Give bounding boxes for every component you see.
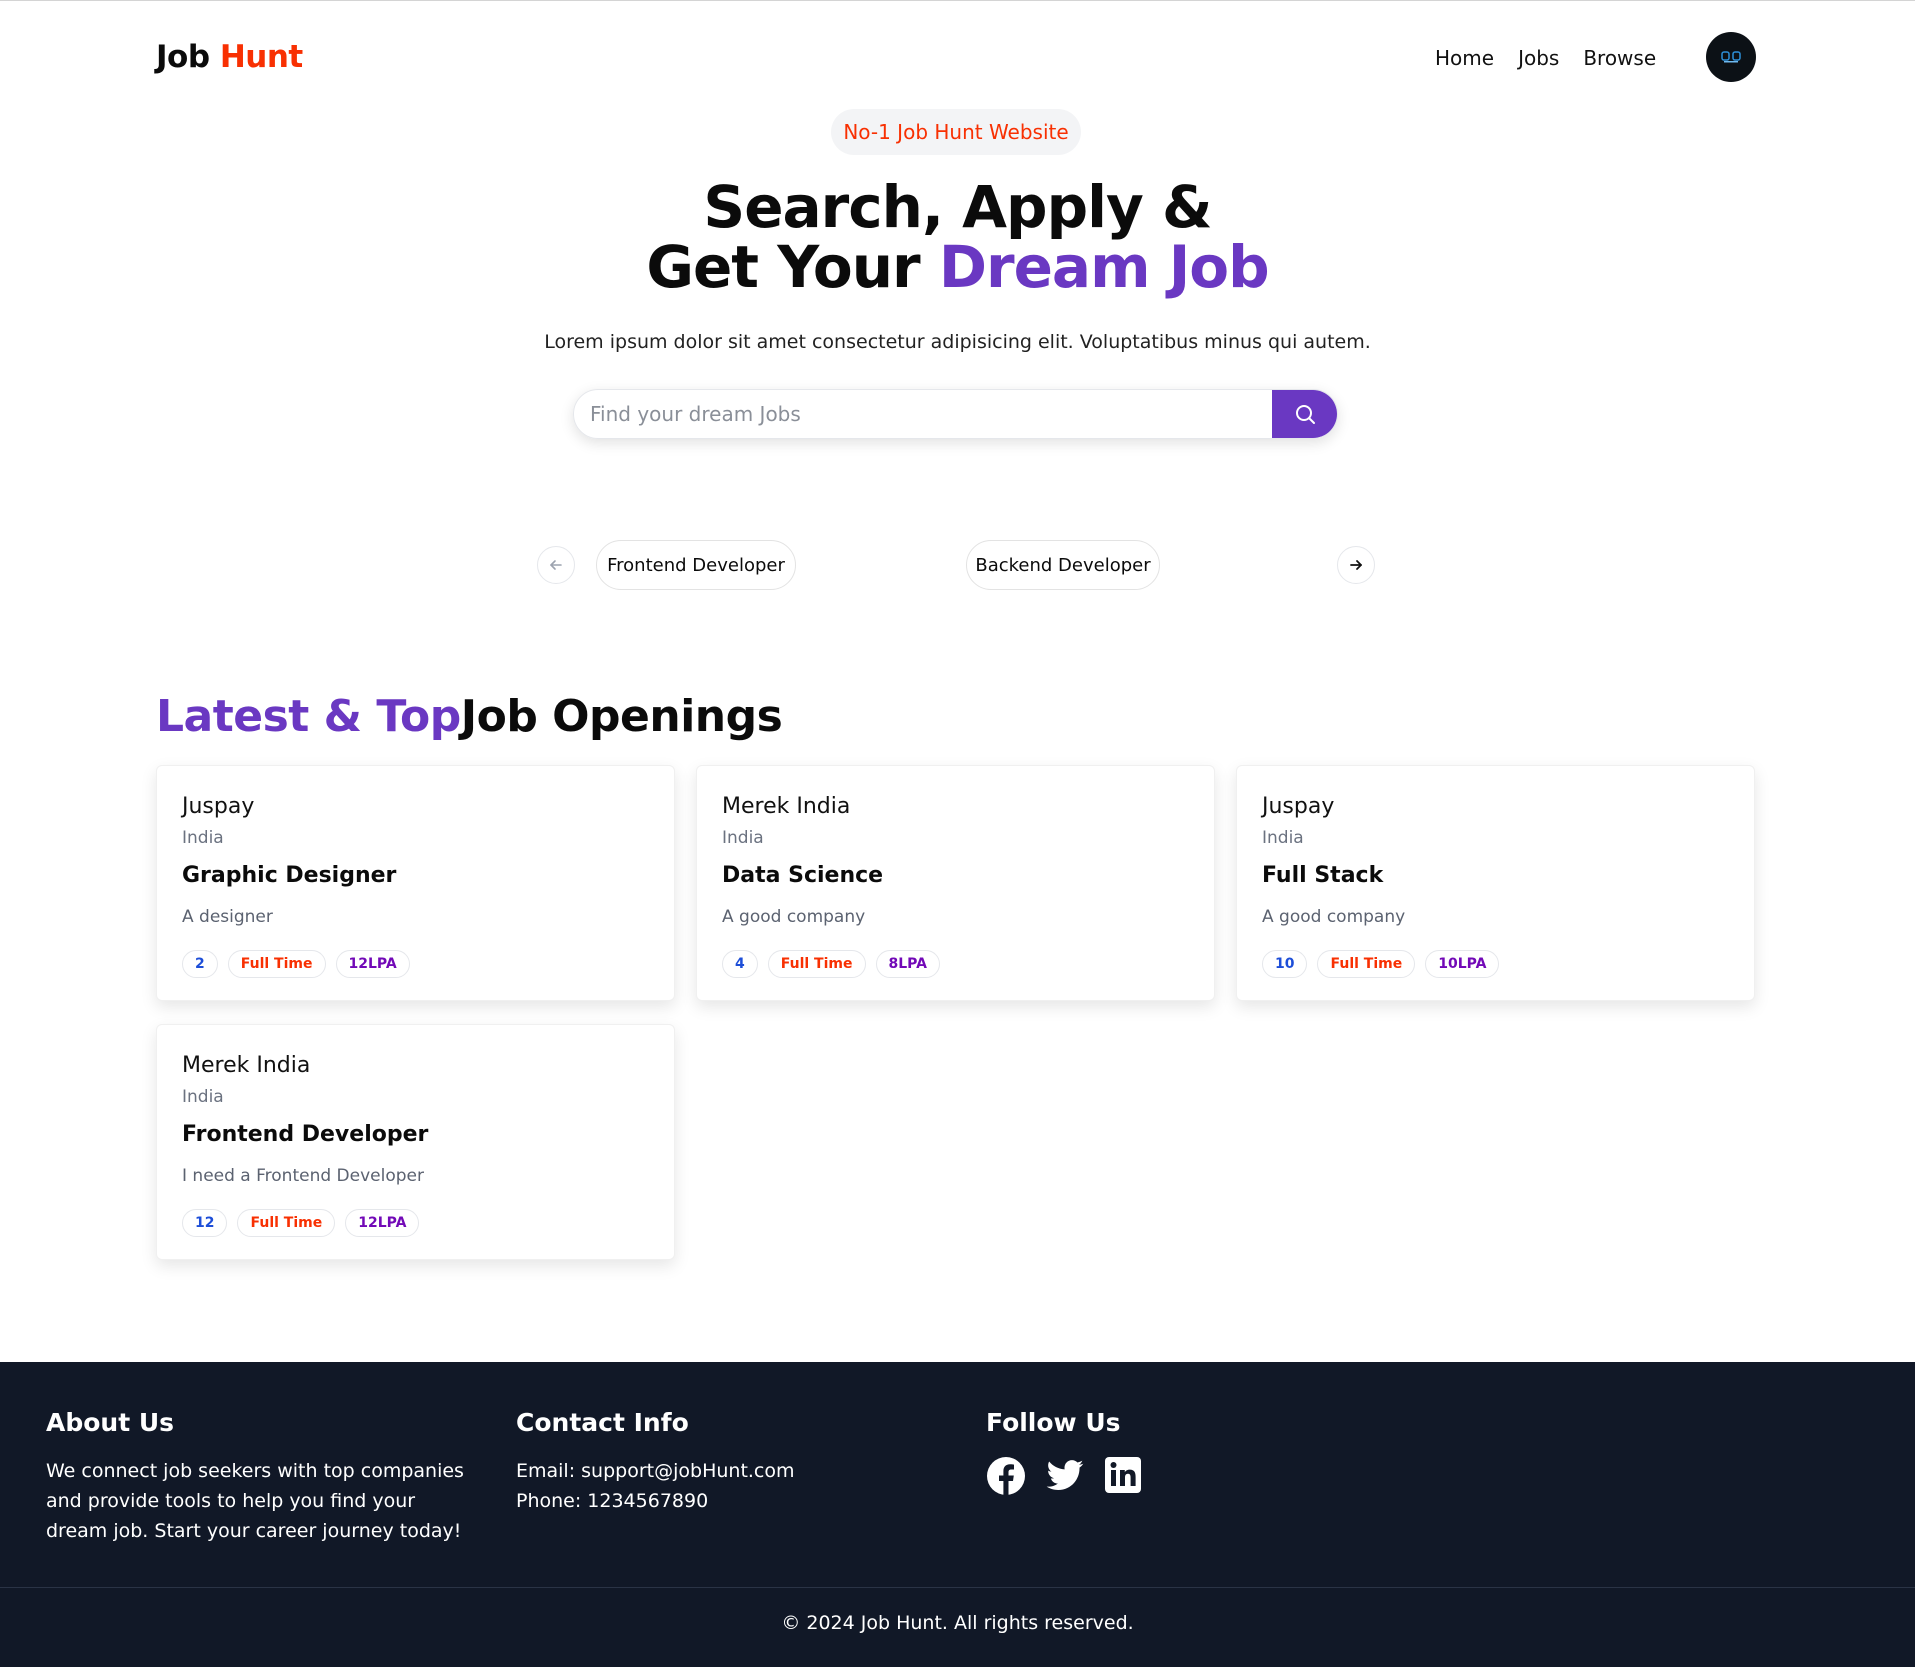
nav-link-browse[interactable]: Browse (1583, 46, 1656, 70)
arrow-left-icon (550, 560, 562, 570)
nav-link-home[interactable]: Home (1435, 46, 1494, 70)
job-positions-badge: 4 (722, 950, 758, 978)
logo[interactable]: Job Hunt (156, 39, 303, 75)
job-card[interactable]: Merek India India Data Science A good co… (696, 765, 1215, 1001)
search-input[interactable] (574, 401, 1272, 427)
job-company: Merek India (722, 794, 851, 819)
job-tags: 4 Full Time 8LPA (722, 950, 940, 978)
hero-title-highlight: Dream Job (938, 233, 1270, 301)
footer-phone: Phone: 1234567890 (516, 1490, 709, 1512)
job-location: India (1262, 828, 1304, 848)
arrow-right-icon (1350, 560, 1362, 570)
search-icon (1295, 405, 1315, 424)
carousel-prev-button[interactable] (537, 546, 575, 584)
job-positions-badge: 10 (1262, 950, 1308, 978)
footer-divider (0, 1587, 1915, 1588)
footer-about-title: About Us (46, 1408, 175, 1437)
job-description: A good company (1262, 907, 1406, 927)
footer-contact-title: Contact Info (516, 1408, 689, 1437)
section-title: Latest & TopJob Openings (156, 691, 783, 742)
logo-text-job: Job (156, 39, 210, 75)
footer-about-text: We connect job seekers with top companie… (46, 1460, 464, 1542)
category-chip-frontend[interactable]: Frontend Developer (596, 540, 796, 590)
job-card[interactable]: Juspay India Full Stack A good company 1… (1236, 765, 1755, 1001)
twitter-icon[interactable] (1044, 1456, 1086, 1496)
facebook-icon[interactable] (986, 1456, 1026, 1496)
hero-title-line2: Get Your Dream Job (0, 237, 1915, 297)
footer: About Us We connect job seekers with top… (0, 1362, 1915, 1667)
job-company: Juspay (182, 794, 255, 819)
nav-link-jobs[interactable]: Jobs (1518, 46, 1559, 70)
job-description: I need a Frontend Developer (182, 1166, 424, 1186)
footer-follow-title: Follow Us (986, 1408, 1121, 1437)
user-avatar[interactable] (1706, 32, 1756, 82)
job-type-badge: Full Time (767, 950, 866, 978)
footer-social-links (986, 1456, 1142, 1496)
job-salary-badge: 12LPA (335, 950, 410, 978)
linkedin-icon[interactable] (1104, 1456, 1142, 1496)
hero-subtitle: Lorem ipsum dolor sit amet consectetur a… (544, 331, 1371, 353)
hero-title-line1: Search, Apply & (703, 173, 1212, 241)
job-company: Merek India (182, 1053, 311, 1078)
job-title: Data Science (722, 863, 884, 888)
job-card[interactable]: Merek India India Frontend Developer I n… (156, 1024, 675, 1260)
main-nav: Home Jobs Browse (1435, 46, 1656, 70)
job-type-badge: Full Time (1317, 950, 1416, 978)
job-type-badge: Full Time (237, 1209, 336, 1237)
job-tags: 2 Full Time 12LPA (182, 950, 410, 978)
section-title-highlight: Latest & Top (156, 691, 461, 742)
section-title-rest: Job Openings (460, 691, 783, 742)
hero-title-prefix: Get Your (646, 233, 920, 301)
footer-email[interactable]: Email: support@jobHunt.com (516, 1456, 795, 1486)
job-title: Full Stack (1262, 863, 1384, 888)
job-salary-badge: 8LPA (875, 950, 940, 978)
footer-copyright: © 2024 Job Hunt. All rights reserved. (781, 1612, 1134, 1634)
job-title: Frontend Developer (182, 1122, 429, 1147)
footer-contact-info: Email: support@jobHunt.com Phone: 123456… (516, 1456, 795, 1516)
job-positions-badge: 2 (182, 950, 218, 978)
job-location: India (182, 1087, 224, 1107)
avatar-icon (1721, 51, 1741, 63)
job-salary-badge: 12LPA (345, 1209, 420, 1237)
hero-title: Search, Apply & Get Your Dream Job (0, 177, 1915, 297)
job-salary-badge: 10LPA (1425, 950, 1500, 978)
job-location: India (722, 828, 764, 848)
job-tags: 12 Full Time 12LPA (182, 1209, 420, 1237)
job-description: A good company (722, 907, 866, 927)
search-bar (573, 389, 1338, 439)
job-title: Graphic Designer (182, 863, 397, 888)
carousel-next-button[interactable] (1337, 546, 1375, 584)
job-description: A designer (182, 907, 273, 927)
job-location: India (182, 828, 224, 848)
logo-text-hunt: Hunt (219, 39, 303, 75)
search-button[interactable] (1272, 390, 1337, 438)
job-tags: 10 Full Time 10LPA (1262, 950, 1500, 978)
job-card[interactable]: Juspay India Graphic Designer A designer… (156, 765, 675, 1001)
category-chip-backend[interactable]: Backend Developer (966, 540, 1160, 590)
job-positions-badge: 12 (182, 1209, 228, 1237)
job-company: Juspay (1262, 794, 1335, 819)
hero-badge: No-1 Job Hunt Website (831, 109, 1081, 155)
job-type-badge: Full Time (227, 950, 326, 978)
